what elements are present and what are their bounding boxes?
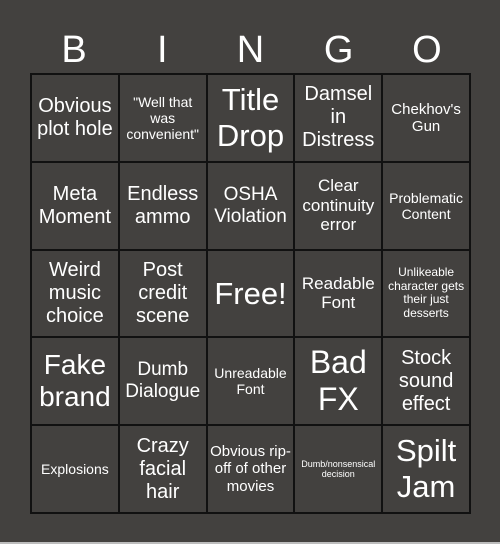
bingo-cell[interactable]: Endless ammo: [118, 161, 207, 250]
header-letter-i: I: [157, 29, 168, 71]
bingo-card: Obvious plot hole "Well that was convenie…: [30, 73, 471, 514]
bingo-cell[interactable]: Damsel in Distress: [294, 74, 383, 162]
header-letter-g: G: [323, 29, 354, 71]
header-letter-b: B: [61, 29, 87, 71]
bingo-cell[interactable]: Dumb Dialogue: [118, 337, 207, 426]
header-letter-n: N: [236, 29, 265, 71]
bingo-cell[interactable]: Bad FX: [294, 337, 383, 426]
bingo-cell[interactable]: Readable Font: [294, 249, 383, 338]
bingo-cell[interactable]: Stock sound effect: [382, 337, 470, 426]
bingo-cell[interactable]: OSHA Violation: [206, 161, 295, 250]
bingo-cell[interactable]: Problematic Content: [382, 161, 470, 250]
bingo-cell[interactable]: Dumb/nonsensical decision: [294, 425, 383, 513]
bingo-cell[interactable]: Unlikeable character gets their just des…: [382, 249, 470, 338]
bingo-cell[interactable]: Free!: [206, 249, 295, 338]
bingo-cell[interactable]: Meta Moment: [31, 161, 119, 250]
bingo-cell[interactable]: Chekhov's Gun: [382, 74, 470, 162]
bingo-cell[interactable]: Obvious rip-off of other movies: [206, 425, 295, 513]
bingo-cell[interactable]: Clear continuity error: [294, 161, 383, 250]
bingo-cell[interactable]: "Well that was convenient": [118, 74, 207, 162]
bingo-cell[interactable]: Title Drop: [206, 74, 295, 162]
bingo-cell[interactable]: Obvious plot hole: [31, 74, 119, 162]
bingo-cell[interactable]: Spilt Jam: [382, 425, 470, 513]
bingo-header: B I N G O: [30, 30, 471, 70]
bingo-cell[interactable]: Fake brand: [31, 337, 119, 426]
bingo-cell[interactable]: Crazy facial hair: [118, 425, 207, 513]
bingo-cell[interactable]: Weird music choice: [31, 249, 119, 338]
bingo-cell[interactable]: Explosions: [31, 425, 119, 513]
bingo-cell[interactable]: Post credit scene: [118, 249, 207, 338]
header-letter-o: O: [412, 29, 442, 71]
bingo-cell[interactable]: Unreadable Font: [206, 337, 295, 426]
